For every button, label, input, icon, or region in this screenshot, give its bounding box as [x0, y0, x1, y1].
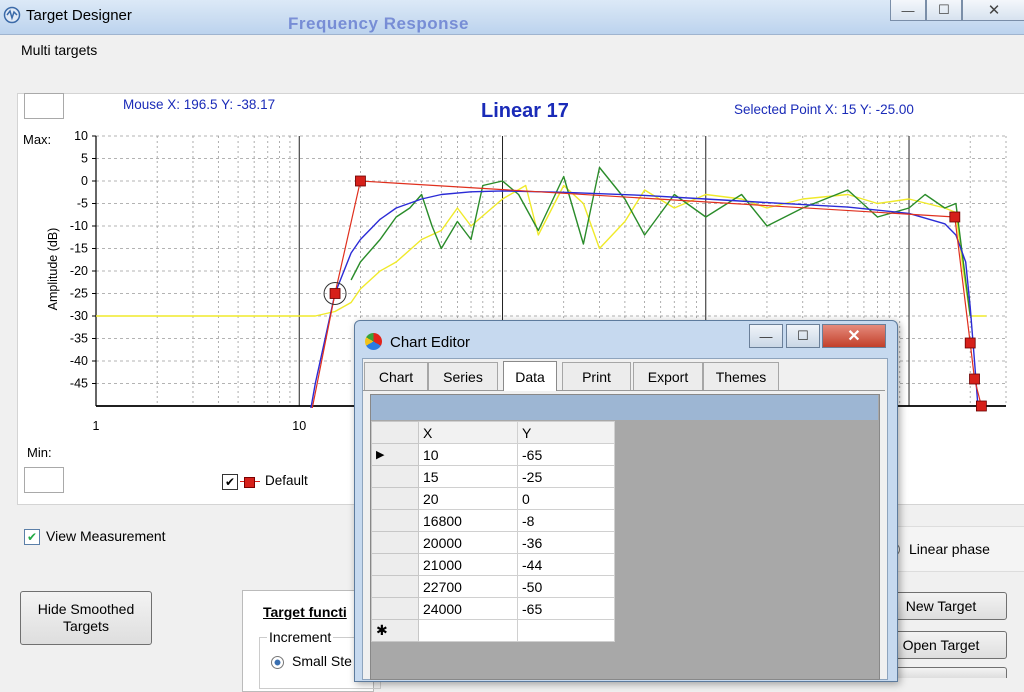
view-measurement-checkbox[interactable]: ✔ — [24, 529, 40, 545]
row-header-corner — [371, 421, 419, 444]
y-tick-label: -5 — [77, 197, 88, 211]
table-row[interactable]: 20000 -36 — [371, 531, 615, 554]
y-tick-label: 10 — [74, 129, 88, 143]
y-tick-label: -40 — [70, 354, 88, 368]
cell-x[interactable]: 16800 — [418, 509, 518, 532]
hide-smoothed-label: Hide Smoothed Targets — [38, 601, 135, 635]
cell-y[interactable]: -44 — [517, 553, 615, 576]
cell-y[interactable]: 0 — [517, 487, 615, 510]
cell-y[interactable] — [517, 619, 615, 642]
editor-close-button[interactable]: ✕ — [822, 324, 886, 348]
row-header[interactable] — [371, 575, 419, 598]
target-point-marker — [975, 400, 987, 412]
tab-chart[interactable]: Chart — [364, 362, 428, 390]
new-row[interactable]: ✱ — [371, 619, 615, 642]
tab-data[interactable]: Data — [503, 361, 557, 391]
current-row-indicator[interactable]: ▶ — [371, 443, 419, 466]
legend-label: Default — [265, 473, 308, 488]
tab-series[interactable]: Series — [428, 362, 498, 390]
row-header[interactable] — [371, 487, 419, 510]
cell-y[interactable]: -36 — [517, 531, 615, 554]
y-tick-label: -45 — [70, 377, 88, 391]
y-tick-label: -30 — [70, 309, 88, 323]
data-grid-band — [371, 395, 878, 420]
target-point-marker — [969, 373, 980, 385]
target-point-marker — [355, 175, 366, 187]
hide-smoothed-targets-button[interactable]: Hide Smoothed Targets — [20, 591, 152, 645]
cell-x[interactable]: 24000 — [418, 597, 518, 620]
y-tick-label: -15 — [70, 242, 88, 256]
increment-label: Increment — [267, 629, 334, 645]
chart-editor-title: Chart Editor — [390, 334, 471, 351]
cell-y[interactable]: -50 — [517, 575, 615, 598]
cell-x[interactable]: 15 — [418, 465, 518, 488]
small-step-radio[interactable] — [271, 656, 284, 669]
target-point-marker — [329, 288, 341, 299]
target-point-marker — [964, 337, 976, 349]
x-tick-label: 10 — [292, 419, 306, 433]
cell-x[interactable]: 10 — [418, 443, 518, 466]
linear-phase-label[interactable]: Linear phase — [909, 541, 990, 557]
data-grid-wrapper: X Y ▶ 10 -65 15 -25 20 0 16800 -8 20000 -36 21000 -4… — [371, 421, 615, 642]
cell-y[interactable]: -25 — [517, 465, 615, 488]
cell-y[interactable]: -8 — [517, 509, 615, 532]
table-row[interactable]: 20 0 — [371, 487, 615, 510]
tab-themes[interactable]: Themes — [703, 362, 779, 390]
small-step-label[interactable]: Small Ste — [292, 653, 352, 669]
y-tick-label: -10 — [70, 219, 88, 233]
cell-x[interactable]: 20 — [418, 487, 518, 510]
x-tick-label: 1 — [93, 419, 100, 433]
row-header[interactable] — [371, 553, 419, 576]
cell-x[interactable]: 22700 — [418, 575, 518, 598]
row-header[interactable] — [371, 465, 419, 488]
table-row[interactable]: 22700 -50 — [371, 575, 615, 598]
target-point-marker — [949, 211, 961, 223]
editor-maximize-button[interactable]: ☐ — [786, 324, 820, 348]
target-function-label: Target functi — [263, 604, 347, 620]
hide-smoothed-line2: Targets — [63, 618, 109, 634]
table-row[interactable]: 24000 -65 — [371, 597, 615, 620]
tab-export[interactable]: Export — [633, 362, 703, 390]
cell-x[interactable] — [418, 619, 518, 642]
y-tick-label: 0 — [81, 174, 88, 188]
y-tick-label: -20 — [70, 264, 88, 278]
new-row-indicator: ✱ — [371, 619, 419, 642]
legend-marker-swatch — [244, 477, 255, 488]
tab-print[interactable]: Print — [562, 362, 631, 390]
column-header-x[interactable]: X — [418, 421, 518, 444]
column-header-y[interactable]: Y — [517, 421, 615, 444]
chart-editor-icon — [365, 333, 382, 350]
cell-x[interactable]: 21000 — [418, 553, 518, 576]
hide-smoothed-line1: Hide Smoothed — [37, 601, 135, 617]
table-row[interactable]: ▶ 10 -65 — [371, 443, 615, 466]
cell-y[interactable]: -65 — [517, 597, 615, 620]
table-row[interactable]: 15 -25 — [371, 465, 615, 488]
row-header[interactable] — [371, 509, 419, 532]
y-tick-label: -35 — [70, 332, 88, 346]
y-tick-label: 5 — [81, 152, 88, 166]
data-grid-header-row: X Y — [371, 421, 615, 444]
table-row[interactable]: 21000 -44 — [371, 553, 615, 576]
view-measurement-label[interactable]: View Measurement — [46, 528, 166, 544]
editor-minimize-button[interactable]: — — [749, 324, 783, 348]
data-grid[interactable]: X Y ▶ 10 -65 15 -25 20 0 16800 -8 20000 -36 21000 -4… — [371, 421, 615, 642]
row-header[interactable] — [371, 597, 419, 620]
y-tick-label: -25 — [70, 287, 88, 301]
table-row[interactable]: 16800 -8 — [371, 509, 615, 532]
legend-checkbox[interactable]: ✔ — [222, 474, 238, 490]
cell-y[interactable]: -65 — [517, 443, 615, 466]
row-header[interactable] — [371, 531, 419, 554]
cell-x[interactable]: 20000 — [418, 531, 518, 554]
measurement-yellow-line — [96, 184, 987, 317]
